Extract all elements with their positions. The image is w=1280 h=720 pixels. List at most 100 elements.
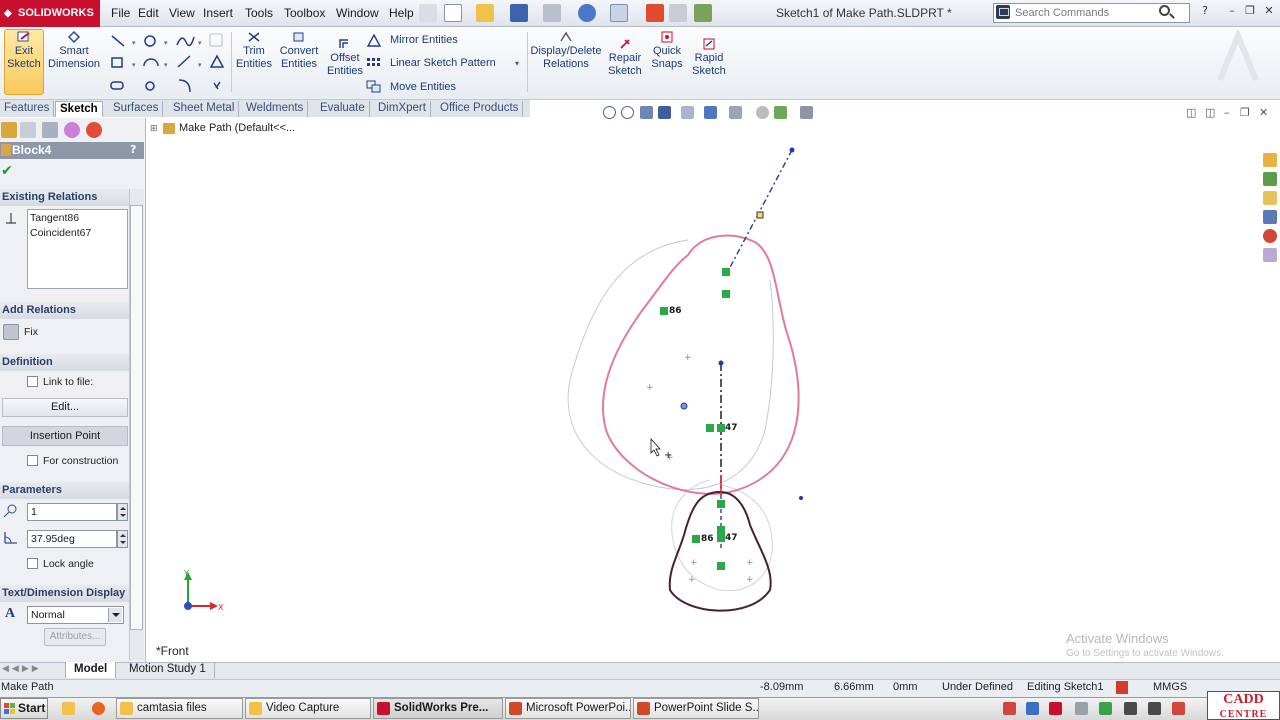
point-icon[interactable]: [213, 81, 221, 90]
slot-icon[interactable]: [110, 81, 124, 90]
move-entities-button[interactable]: Move Entities: [390, 81, 456, 93]
minimize-icon[interactable]: –: [1225, 4, 1239, 18]
offset-entities-button[interactable]: Offset Entities: [324, 38, 366, 78]
fix-label[interactable]: Fix: [24, 326, 38, 338]
search-input[interactable]: [1015, 5, 1155, 20]
parameters-header[interactable]: Parameters: [0, 482, 130, 499]
scrollbar-thumb[interactable]: [130, 205, 143, 630]
lock-angle-checkbox[interactable]: [27, 558, 38, 569]
split-view-icon[interactable]: ◫: [1186, 106, 1196, 119]
tab-features[interactable]: Features: [0, 101, 55, 117]
point-circle-icon[interactable]: [145, 81, 155, 91]
sketch-point[interactable]: [799, 496, 803, 500]
pin-icon[interactable]: [419, 4, 437, 22]
viewport-close-icon[interactable]: ✕: [1259, 106, 1268, 119]
tray-network-icon[interactable]: [1099, 702, 1112, 715]
insertion-point-button[interactable]: Insertion Point: [2, 426, 128, 446]
tab-motion-study[interactable]: Motion Study 1: [121, 662, 215, 678]
property-manager-icon[interactable]: [20, 122, 36, 138]
app-logo[interactable]: ◆ SOLIDWORKS: [0, 0, 100, 27]
section-view-icon[interactable]: [658, 106, 671, 119]
pattern-dropdown-icon[interactable]: ▾: [515, 59, 519, 68]
add-relations-header[interactable]: Add Relations: [0, 302, 130, 319]
display-manager-icon[interactable]: [86, 122, 102, 138]
mirror-entities-button[interactable]: Mirror Entities: [390, 34, 458, 46]
smart-dimension-button[interactable]: Smart Dimension: [47, 31, 101, 71]
menu-view[interactable]: View: [169, 6, 195, 20]
arc-icon[interactable]: [143, 58, 159, 67]
file-properties-icon[interactable]: [669, 4, 687, 22]
repair-sketch-button[interactable]: Repair Sketch: [605, 38, 645, 78]
feature-manager-icon[interactable]: [1, 122, 17, 138]
expand-icon[interactable]: ⊞: [150, 124, 158, 134]
chevron-down-icon[interactable]: [108, 608, 122, 622]
restore-icon[interactable]: ❐: [1243, 4, 1257, 18]
sketch-canvas[interactable]: +++ + ++ + +: [560, 140, 820, 620]
apply-scene-icon[interactable]: [774, 106, 787, 119]
menu-edit[interactable]: Edit: [138, 6, 159, 20]
tray-volume-icon[interactable]: [1075, 702, 1088, 715]
insertion-point[interactable]: [680, 402, 688, 410]
ok-check-icon[interactable]: ✔: [1, 163, 13, 179]
tab-scroll-arrows-icon[interactable]: ◀◀▶▶: [2, 664, 42, 674]
undo-icon[interactable]: [578, 4, 596, 22]
taskbar-item-camtasia-files[interactable]: camtasia files: [116, 698, 243, 719]
edit-button[interactable]: Edit...: [2, 398, 128, 417]
text-dimension-display-header[interactable]: Text/Dimension Display: [0, 585, 130, 602]
help-icon[interactable]: ?: [1198, 4, 1212, 18]
existing-relations-header[interactable]: Existing Relations: [0, 189, 130, 206]
display-style-icon[interactable]: [704, 106, 717, 119]
viewport-restore-icon[interactable]: ❐: [1240, 106, 1250, 119]
search-icon[interactable]: [1159, 5, 1170, 16]
small-profile[interactable]: [668, 490, 772, 612]
taskbar-item-video-capture[interactable]: Video Capture: [245, 698, 371, 719]
edit-appearance-icon[interactable]: [756, 106, 769, 119]
zoom-to-fit-icon[interactable]: [603, 106, 616, 119]
tab-surfaces[interactable]: Surfaces: [109, 101, 164, 117]
rebuild-icon[interactable]: [646, 4, 664, 22]
trim-entities-button[interactable]: Trim Entities: [234, 31, 274, 71]
feature-tree-flyout[interactable]: Make Path (Default<<...: [179, 122, 295, 134]
link-to-file-checkbox[interactable]: [27, 376, 38, 387]
tray-display-icon[interactable]: [1148, 702, 1161, 715]
menu-help[interactable]: Help: [389, 6, 414, 20]
circle-icon[interactable]: [144, 35, 156, 47]
hide-show-items-icon[interactable]: [729, 106, 742, 119]
display-delete-relations-button[interactable]: Display/Delete Relations: [529, 31, 603, 71]
configuration-manager-icon[interactable]: [42, 122, 58, 138]
quick-snaps-button[interactable]: Quick Snaps: [648, 31, 686, 71]
rebuild-status-icon[interactable]: [1116, 681, 1128, 694]
tray-word-icon[interactable]: [1026, 702, 1039, 715]
tab-model[interactable]: Model: [65, 662, 117, 678]
tab-office-products[interactable]: Office Products: [436, 101, 524, 117]
taskbar-item-solidworks[interactable]: SolidWorks Pre...: [373, 698, 503, 719]
polygon-icon[interactable]: [209, 54, 225, 68]
tray-camtasia-icon[interactable]: [1003, 702, 1016, 715]
tab-dimxpert[interactable]: DimXpert: [374, 101, 431, 117]
tab-weldments[interactable]: Weldments: [242, 101, 309, 117]
new-document-icon[interactable]: [444, 4, 462, 22]
viewport-minimize-icon[interactable]: –: [1224, 106, 1230, 119]
vertical-centerline-endpoint[interactable]: [718, 360, 724, 366]
menu-window[interactable]: Window: [336, 6, 379, 20]
rapid-sketch-button[interactable]: Rapid Sketch: [688, 38, 730, 78]
menu-tools[interactable]: Tools: [245, 6, 273, 20]
solidworks-resources-icon[interactable]: [1263, 153, 1277, 167]
taskbar-item-powerpoint[interactable]: Microsoft PowerPoi...: [505, 698, 631, 719]
definition-header[interactable]: Definition: [0, 354, 130, 371]
taskbar-item-slide-show[interactable]: PowerPoint Slide S...: [633, 698, 759, 719]
angle-stepper[interactable]: [117, 530, 128, 548]
angle-field[interactable]: 37.95deg: [27, 530, 117, 548]
view-palette-icon[interactable]: [1263, 210, 1277, 224]
tray-solidworks-icon[interactable]: [1049, 702, 1062, 715]
design-library-icon[interactable]: [1263, 172, 1277, 186]
print-icon[interactable]: [543, 4, 561, 22]
centerline-endpoint[interactable]: [789, 147, 795, 153]
view-orientation-icon[interactable]: [681, 106, 694, 119]
sketch-fillet-icon[interactable]: [177, 55, 191, 68]
menu-file[interactable]: File: [111, 6, 130, 20]
scale-field[interactable]: 1: [27, 503, 117, 521]
scale-stepper[interactable]: [117, 503, 128, 521]
file-explorer-icon[interactable]: [1263, 191, 1277, 205]
convert-entities-button[interactable]: Convert Entities: [276, 31, 322, 71]
